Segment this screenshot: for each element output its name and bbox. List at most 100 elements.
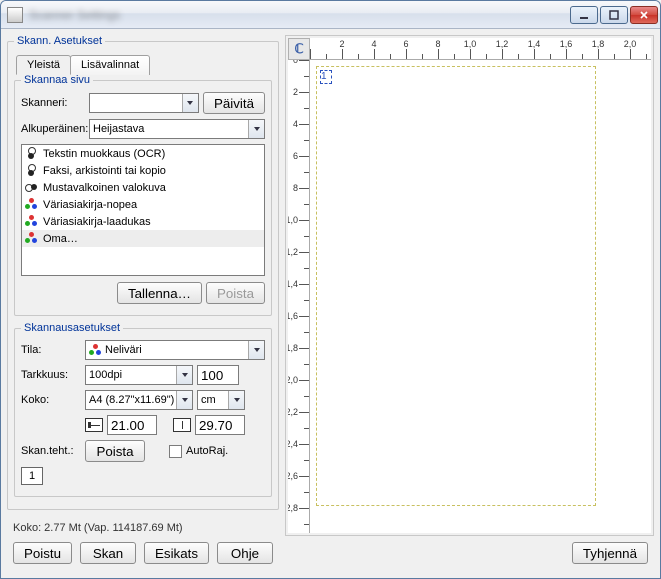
bw-icon [25, 147, 38, 160]
resolution-input[interactable] [197, 365, 239, 385]
ruler-tick-label: 2,0 [624, 39, 637, 49]
ruler-tick-label: 2,4 [288, 439, 298, 449]
color-icon [25, 232, 38, 245]
unit-combo[interactable]: cm [197, 390, 245, 410]
list-item[interactable]: Väriasiakirja-laadukas [22, 213, 264, 230]
tab-panel-general: Skannaa sivu Skanneri: Päivitä [14, 74, 272, 497]
ruler-tick-label: 1,0 [288, 215, 298, 225]
autocrop-label: AutoRaj. [186, 445, 228, 457]
color-icon [25, 215, 38, 228]
resolution-label: Tarkkuus: [21, 369, 81, 381]
height-input[interactable] [195, 415, 245, 435]
autocrop-checkbox[interactable]: AutoRaj. [169, 445, 228, 458]
delete-preset-button[interactable]: Poista [206, 282, 265, 304]
original-label: Alkuperäinen: [21, 123, 85, 135]
mode-combo[interactable]: Neliväri [85, 340, 265, 360]
help-button[interactable]: Ohje [217, 542, 273, 564]
ruler-corner-icon[interactable]: ℂ [288, 38, 310, 60]
item-label: Väriasiakirja-laadukas [43, 216, 151, 228]
bw-icon [25, 164, 38, 177]
scan-options-group: Skannausasetukset Tila: Neliväri [14, 322, 272, 497]
save-preset-button[interactable]: Tallenna… [117, 282, 202, 304]
ruler-vertical: 024681,01,21,41,61,82,02,22,42,62,8 [288, 60, 310, 533]
scan-page-group: Skannaa sivu Skanneri: Päivitä [14, 74, 272, 316]
item-label: Väriasiakirja-nopea [43, 199, 137, 211]
list-item[interactable]: Oma… [22, 230, 264, 247]
preview-panel: ℂ 24681,01,21,41,61,82,0 024681,01,21,41… [285, 35, 654, 536]
status-text: Koko: 2.77 Mt (Vap. 114187.69 Mt) [7, 516, 279, 536]
selection-number: 1 [321, 71, 327, 82]
titlebar: Scanner Settings [1, 1, 660, 29]
item-label: Mustavalkoinen valokuva [43, 182, 166, 194]
list-item[interactable]: Väriasiakirja-nopea [22, 196, 264, 213]
scan-settings-legend: Skann. Asetukset [14, 35, 105, 47]
window-buttons [570, 6, 658, 24]
delete-job-button[interactable]: Poista [85, 440, 145, 462]
scanner-dialog: Scanner Settings Skann. Asetukset Yleist… [0, 0, 661, 579]
preset-list[interactable]: Tekstin muokkaus (OCR) Faksi, arkistointi… [21, 144, 265, 276]
scanner-combo[interactable] [89, 93, 199, 113]
ruler-tick-label: 1,4 [528, 39, 541, 49]
item-label: Faksi, arkistointi tai kopio [43, 165, 166, 177]
ruler-tick-label: 2,0 [288, 375, 298, 385]
scanner-label: Skanneri: [21, 97, 85, 109]
list-item[interactable]: Mustavalkoinen valokuva [22, 179, 264, 196]
ruler-tick-label: 1,4 [288, 279, 298, 289]
tab-general[interactable]: Yleistä [16, 55, 71, 75]
ruler-tick-label: 1,8 [592, 39, 605, 49]
width-icon [85, 418, 103, 432]
right-column: ℂ 24681,01,21,41,61,82,0 024681,01,21,41… [285, 35, 654, 572]
list-item[interactable]: Faksi, arkistointi tai kopio [22, 162, 264, 179]
unit-value: cm [201, 394, 228, 406]
page-outline [316, 66, 596, 506]
clear-button[interactable]: Tyhjennä [572, 542, 648, 564]
chevron-down-icon [182, 94, 198, 112]
ruler-tick-label: 8 [435, 39, 440, 49]
ruler-tick-label: 8 [293, 183, 298, 193]
ruler-tick-label: 4 [371, 39, 376, 49]
size-combo[interactable]: A4 (8.27"x11.69") [85, 390, 193, 410]
item-label: Oma… [43, 233, 78, 245]
height-icon [173, 418, 191, 432]
close-button[interactable] [630, 6, 658, 24]
tab-advanced[interactable]: Lisävalinnat [70, 55, 150, 75]
maximize-button[interactable] [600, 6, 628, 24]
chevron-down-icon [176, 391, 192, 409]
width-input[interactable] [107, 415, 157, 435]
job-count: 1 [21, 467, 43, 485]
list-item[interactable]: Tekstin muokkaus (OCR) [22, 145, 264, 162]
ruler-tick-label: 1,6 [560, 39, 573, 49]
ruler-tick-label: 2 [293, 87, 298, 97]
ruler-tick-label: 2,2 [288, 407, 298, 417]
resolution-combo[interactable]: 100dpi [85, 365, 193, 385]
scan-settings-group: Skann. Asetukset Yleistä Lisävalinnat Sk… [7, 35, 279, 510]
minimize-button[interactable] [570, 6, 598, 24]
preview-button[interactable]: Esikats [144, 542, 209, 564]
refresh-button[interactable]: Päivitä [203, 92, 265, 114]
chevron-down-icon [176, 366, 192, 384]
color-icon [89, 344, 102, 357]
original-combo[interactable]: Heijastava [89, 119, 265, 139]
tabs: Yleistä Lisävalinnat [14, 55, 272, 75]
original-value: Heijastava [93, 123, 248, 135]
ruler-tick-label: 2,8 [288, 503, 298, 513]
ruler-tick-label: 2 [339, 39, 344, 49]
scan-button[interactable]: Skan [80, 542, 136, 564]
bottom-buttons: Poistu Skan Esikats Ohje [7, 536, 279, 572]
gray-icon [25, 181, 38, 194]
preview-area[interactable]: 1 [310, 60, 651, 533]
mode-label: Tila: [21, 344, 81, 356]
resolution-value: 100dpi [89, 369, 176, 381]
ruler-tick-label: 2,6 [288, 471, 298, 481]
ruler-tick-label: 4 [293, 119, 298, 129]
window-title: Scanner Settings [29, 8, 570, 22]
exit-button[interactable]: Poistu [13, 542, 72, 564]
right-bottom-buttons: Tyhjennä [285, 536, 654, 572]
ruler-tick-label: 1,2 [496, 39, 509, 49]
app-icon [7, 7, 23, 23]
size-value: A4 (8.27"x11.69") [89, 394, 176, 406]
scanjobs-label: Skan.teht.: [21, 445, 81, 457]
ruler-tick-label: 1,6 [288, 311, 298, 321]
ruler-tick-label: 6 [403, 39, 408, 49]
color-icon [25, 198, 38, 211]
